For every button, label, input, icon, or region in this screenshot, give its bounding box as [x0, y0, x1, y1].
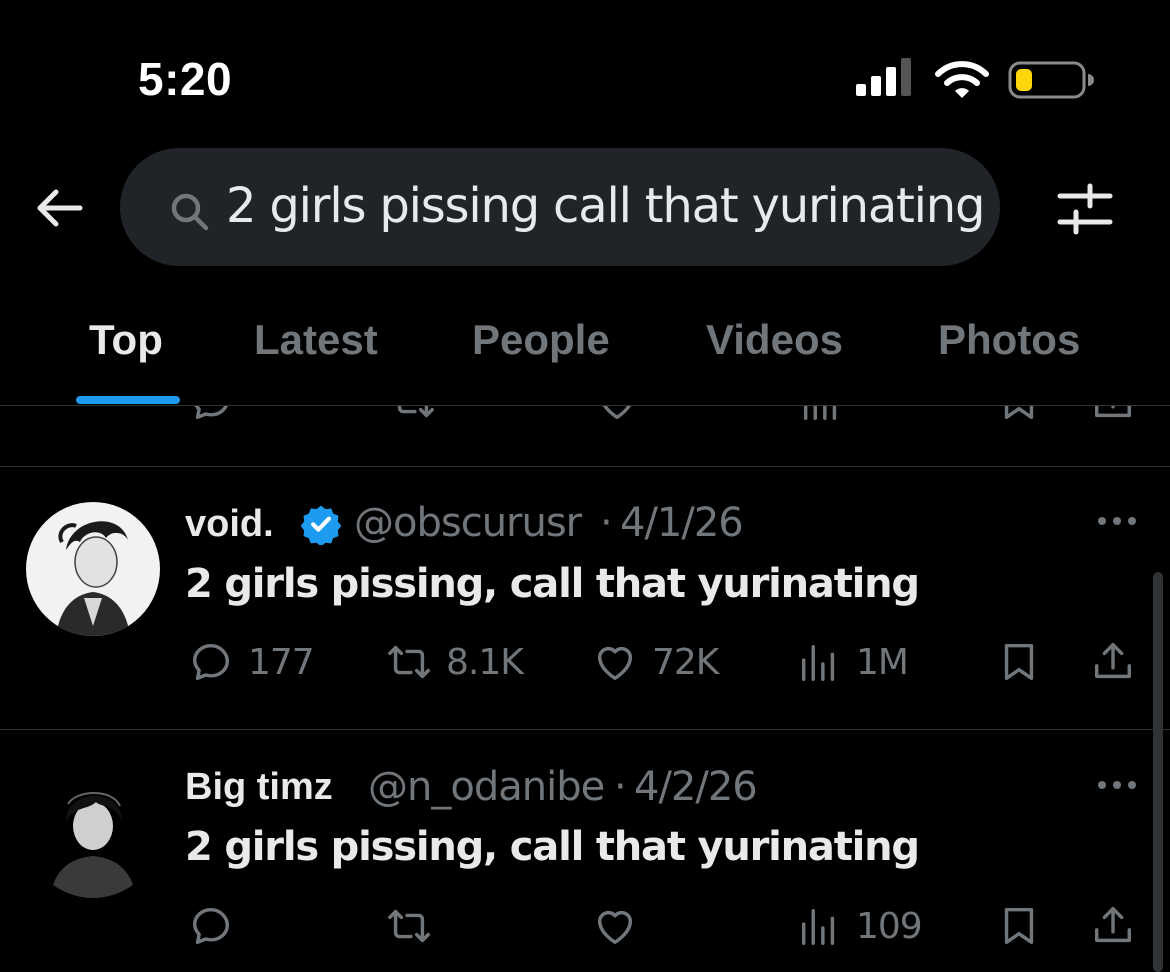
avatar-image	[26, 764, 160, 898]
like-count: 72K	[652, 641, 719, 683]
views-button[interactable]: 1M	[796, 638, 909, 686]
filter-sliders-icon[interactable]	[1054, 178, 1116, 240]
tweet-author-handle[interactable]: @obscurusr	[354, 500, 582, 546]
active-tab-indicator	[76, 396, 180, 404]
tab-people[interactable]: People	[472, 316, 610, 364]
more-icon[interactable]	[1094, 775, 1140, 795]
more-icon[interactable]	[1094, 511, 1140, 531]
reply-button[interactable]	[188, 902, 248, 950]
views-count: 1M	[856, 641, 909, 683]
tweet-author-name[interactable]: Big timz	[185, 766, 333, 809]
like-icon	[594, 406, 640, 424]
tweet-text: 2 girls pissing, call that yurinating	[185, 824, 920, 870]
tweet-author-name[interactable]: void.	[185, 503, 274, 546]
reply-button[interactable]: 177	[188, 638, 315, 686]
wifi-icon	[935, 61, 989, 98]
avatar-image	[26, 502, 160, 636]
views-icon	[796, 639, 842, 685]
bookmark-icon	[996, 406, 1042, 424]
cellular-signal-icon	[856, 58, 911, 96]
retweet-icon	[386, 903, 432, 949]
status-time: 5:20	[138, 53, 233, 105]
views-button[interactable]: 109	[796, 902, 923, 950]
reply-count: 177	[248, 641, 315, 683]
tweet-divider	[0, 729, 1170, 730]
tweet-date[interactable]: 4/2/26	[634, 764, 758, 810]
retweet-icon	[390, 406, 436, 424]
back-arrow-icon[interactable]	[32, 180, 88, 236]
share-icon	[1090, 903, 1136, 949]
views-icon	[796, 903, 842, 949]
bookmark-icon	[996, 639, 1042, 685]
tab-photos[interactable]: Photos	[938, 316, 1080, 364]
share-icon	[1090, 406, 1136, 424]
avatar[interactable]	[26, 764, 160, 898]
bookmark-icon	[996, 903, 1042, 949]
like-button[interactable]	[592, 902, 652, 950]
search-query-text[interactable]: 2 girls pissing call that yurinating	[226, 178, 985, 234]
avatar[interactable]	[26, 502, 160, 636]
battery-icon	[1008, 61, 1094, 99]
share-button[interactable]	[1090, 902, 1136, 950]
handle-date-separator: ·	[600, 500, 613, 546]
tweet-date[interactable]: 4/1/26	[620, 500, 744, 546]
tab-top[interactable]: Top	[89, 316, 163, 364]
reply-icon	[188, 639, 234, 685]
bookmark-button[interactable]	[996, 902, 1042, 950]
tweet-text: 2 girls pissing, call that yurinating	[185, 561, 920, 607]
views-icon	[798, 406, 844, 424]
retweet-button[interactable]: 8.1K	[386, 638, 524, 686]
reply-icon	[188, 406, 234, 424]
like-button[interactable]: 72K	[592, 638, 719, 686]
views-count: 109	[856, 905, 923, 947]
like-icon	[592, 903, 638, 949]
handle-date-separator: ·	[614, 764, 627, 810]
tab-videos[interactable]: Videos	[706, 316, 843, 364]
tweet-divider	[0, 466, 1170, 467]
scrollbar[interactable]	[1153, 572, 1163, 972]
share-button[interactable]	[1090, 638, 1136, 686]
bookmark-button[interactable]	[996, 638, 1042, 686]
like-icon	[592, 639, 638, 685]
share-icon	[1090, 639, 1136, 685]
reply-icon	[188, 903, 234, 949]
tweet-author-handle[interactable]: @n_odanibe	[368, 764, 605, 810]
tab-latest[interactable]: Latest	[254, 316, 378, 364]
retweet-button[interactable]	[386, 902, 446, 950]
retweet-count: 8.1K	[446, 641, 524, 683]
verified-badge-icon	[300, 505, 342, 545]
retweet-icon	[386, 639, 432, 685]
previous-tweet-actions-cutoff	[0, 406, 1170, 424]
search-icon	[171, 193, 209, 231]
